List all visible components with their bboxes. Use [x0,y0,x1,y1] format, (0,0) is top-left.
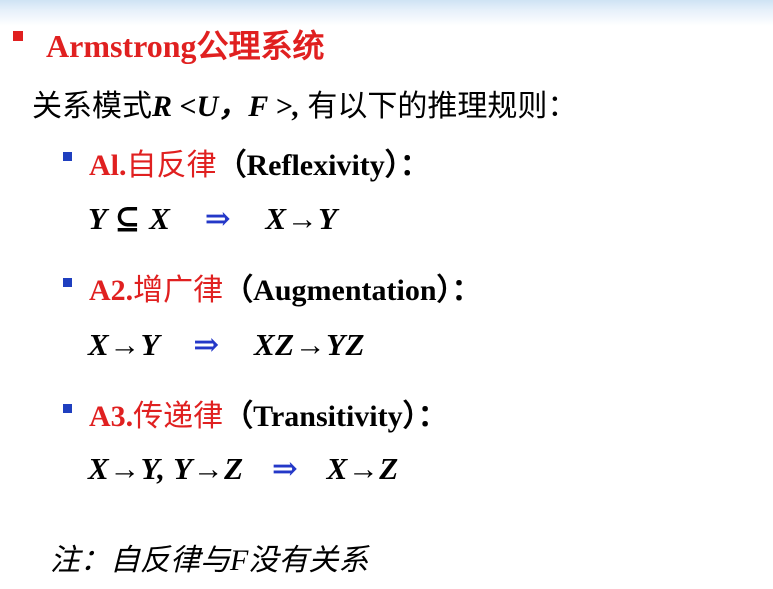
formula-lhs: X→Y [88,327,159,362]
intro-prefix: 关系模式 [32,90,152,123]
formula-rhs: XZ→YZ [253,327,365,362]
rule-bullet-a2 [63,278,72,287]
formula-rhs: X→Z [326,451,399,486]
intro-schema: R <U，F >, [152,90,300,123]
formula-rhs: X→Y [265,201,338,236]
rule-bullet-a1 [63,152,72,161]
formula-lhs: Y ⊆ X [88,201,171,236]
rule-label: A3. [89,400,134,433]
rule-label: A2. [89,274,134,307]
note-text: 注：自反律与F没有关系 [50,544,369,577]
implies-symbol: ⇒ [193,327,220,362]
rule-heading-a1: Al.自反律（Reflexivity）： [89,140,430,184]
rule-heading-a2: A2.增广律（Augmentation）： [89,265,482,309]
rule-name-en: （Augmentation）： [223,274,482,307]
implies-symbol: ⇒ [271,451,299,486]
title-name: Armstrong [46,28,197,64]
intro-line: 关系模式R <U，F >, 有以下的推理规则： [32,81,577,125]
rule-name-zh: 增广律 [133,274,224,307]
rule-name-en: （Transitivity）： [223,400,448,433]
rule-name-zh: 传递律 [133,400,224,433]
rule-bullet-a3 [63,404,72,413]
rule-formula-a3: X→Y, Y→Z ⇒ X→Z [88,451,399,487]
formula-lhs: X→Y, Y→Z [88,451,244,486]
slide-title: Armstrong公理系统 [46,21,325,67]
title-suffix: 公理系统 [196,28,325,64]
rule-name-zh: 自反律 [126,149,217,182]
rule-formula-a2: X→Y ⇒ XZ→YZ [88,327,365,363]
rule-heading-a3: A3.传递律（Transitivity）： [89,391,448,435]
rule-formula-a1: Y ⊆ X ⇒ X→Y [88,201,338,237]
title-bullet [13,31,23,41]
rule-name-en: （Reflexivity）： [216,149,430,182]
rule-label: Al. [89,149,127,182]
implies-symbol: ⇒ [204,201,232,236]
intro-suffix: 有以下的推理规则： [299,90,578,123]
